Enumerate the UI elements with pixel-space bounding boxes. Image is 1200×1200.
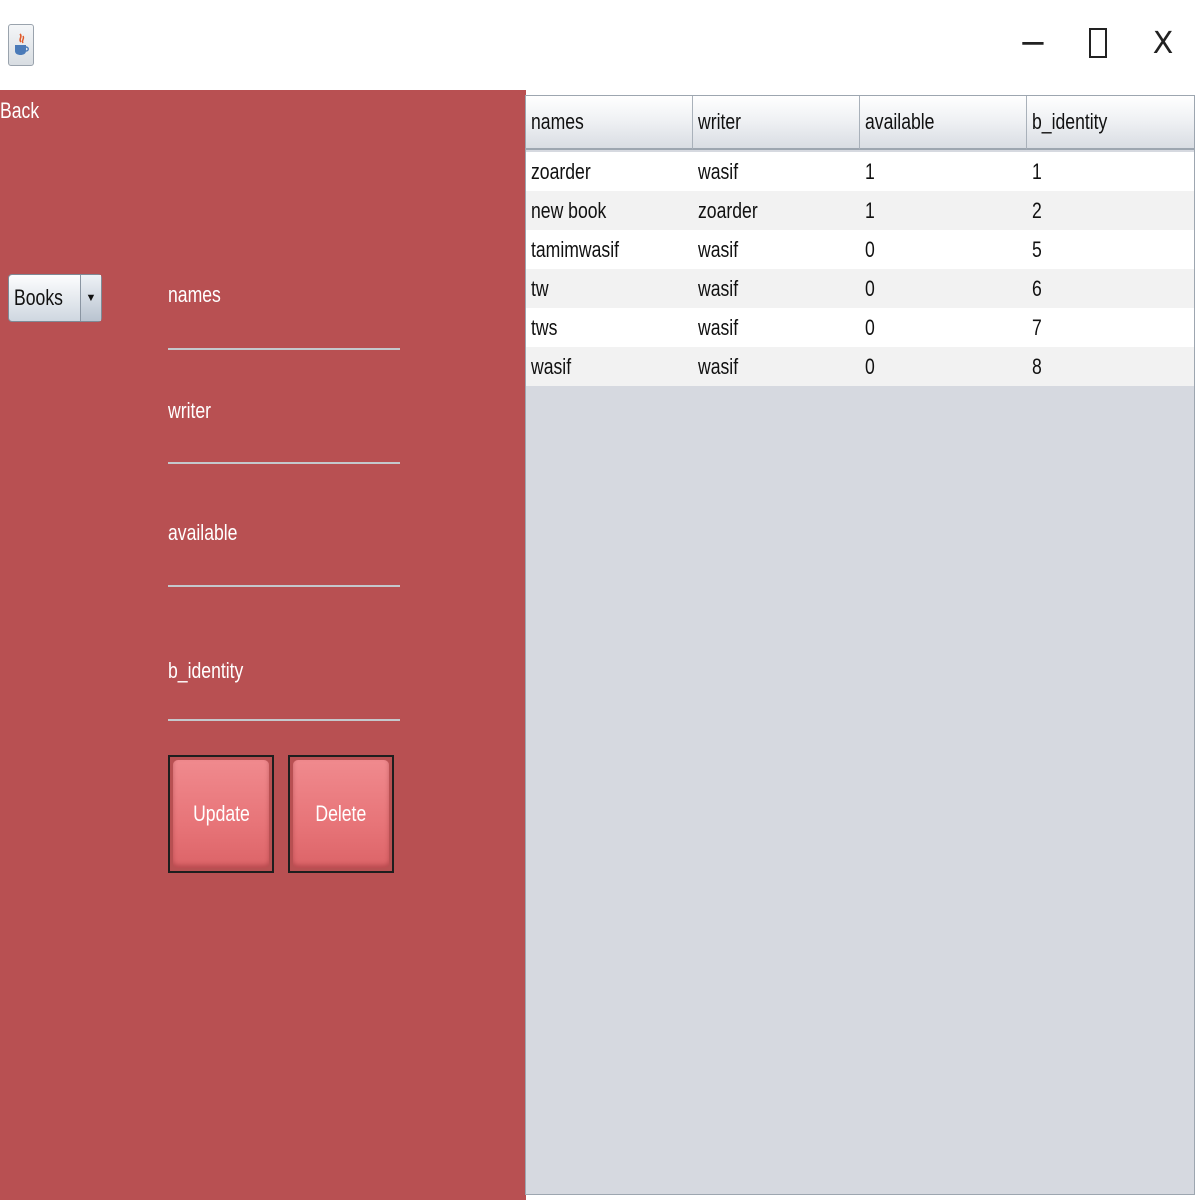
table-row[interactable]: new book zoarder 1 2: [526, 191, 1194, 230]
table-header: names writer available b_identity: [526, 96, 1194, 150]
delete-button[interactable]: Delete: [288, 755, 394, 873]
table-cell[interactable]: 1: [860, 152, 1027, 191]
column-header-writer[interactable]: writer: [693, 96, 860, 150]
edit-panel: Back Books ▼ names writer available b_id…: [0, 90, 526, 1200]
table-cell[interactable]: wasif: [693, 152, 860, 191]
maximize-button[interactable]: [1073, 18, 1123, 68]
table-cell[interactable]: wasif: [693, 308, 860, 347]
writer-label: writer: [168, 398, 212, 423]
table-body: zoarder wasif 1 1 new book zoarder 1 2 t…: [526, 152, 1194, 386]
table-row[interactable]: tamimwasif wasif 0 5: [526, 230, 1194, 269]
table-cell[interactable]: 0: [860, 347, 1027, 386]
table-row[interactable]: tw wasif 0 6: [526, 269, 1194, 308]
available-label: available: [168, 520, 238, 545]
table-cell[interactable]: zoarder: [693, 191, 860, 230]
table-cell[interactable]: 5: [1027, 230, 1194, 269]
table-cell[interactable]: 8: [1027, 347, 1194, 386]
update-button-label: Update: [192, 801, 250, 826]
names-label: names: [168, 282, 221, 307]
table-cell[interactable]: tw: [526, 269, 693, 308]
table-cell[interactable]: wasif: [526, 347, 693, 386]
column-header-available[interactable]: available: [860, 96, 1027, 150]
writer-field[interactable]: [168, 432, 400, 464]
maximize-icon: [1089, 28, 1107, 58]
table-cell[interactable]: 0: [860, 308, 1027, 347]
table-cell[interactable]: 6: [1027, 269, 1194, 308]
table-cell[interactable]: wasif: [693, 230, 860, 269]
table-row[interactable]: tws wasif 0 7: [526, 308, 1194, 347]
table-cell[interactable]: wasif: [693, 269, 860, 308]
minimize-button[interactable]: −: [1008, 18, 1058, 68]
table-cell[interactable]: tws: [526, 308, 693, 347]
table-row[interactable]: zoarder wasif 1 1: [526, 152, 1194, 191]
java-cup-icon[interactable]: [8, 24, 34, 66]
table-cell[interactable]: 1: [860, 191, 1027, 230]
table-cell[interactable]: 0: [860, 269, 1027, 308]
close-button[interactable]: X: [1138, 18, 1188, 68]
books-table[interactable]: names writer available b_identity zoarde…: [525, 95, 1195, 1195]
available-field[interactable]: [168, 555, 400, 587]
table-cell[interactable]: 2: [1027, 191, 1194, 230]
table-cell[interactable]: 1: [1027, 152, 1194, 191]
delete-button-label: Delete: [315, 801, 367, 826]
chevron-down-icon[interactable]: ▼: [80, 275, 101, 321]
back-link[interactable]: Back: [0, 98, 39, 124]
table-cell[interactable]: 7: [1027, 308, 1194, 347]
b-identity-label: b_identity: [168, 658, 244, 683]
table-row[interactable]: wasif wasif 0 8: [526, 347, 1194, 386]
title-bar: − X: [0, 0, 1200, 90]
table-cell[interactable]: new book: [526, 191, 693, 230]
close-icon: X: [1152, 25, 1174, 61]
column-header-names[interactable]: names: [526, 96, 693, 150]
category-select[interactable]: Books ▼: [8, 274, 102, 322]
column-header-b-identity[interactable]: b_identity: [1027, 96, 1194, 150]
table-cell[interactable]: tamimwasif: [526, 230, 693, 269]
table-cell[interactable]: zoarder: [526, 152, 693, 191]
b-identity-field[interactable]: [168, 689, 400, 721]
minimize-icon: −: [1018, 23, 1048, 63]
table-cell[interactable]: 0: [860, 230, 1027, 269]
table-cell[interactable]: wasif: [693, 347, 860, 386]
update-button[interactable]: Update: [168, 755, 274, 873]
category-select-value: Books: [14, 285, 63, 310]
names-field[interactable]: [168, 318, 400, 350]
